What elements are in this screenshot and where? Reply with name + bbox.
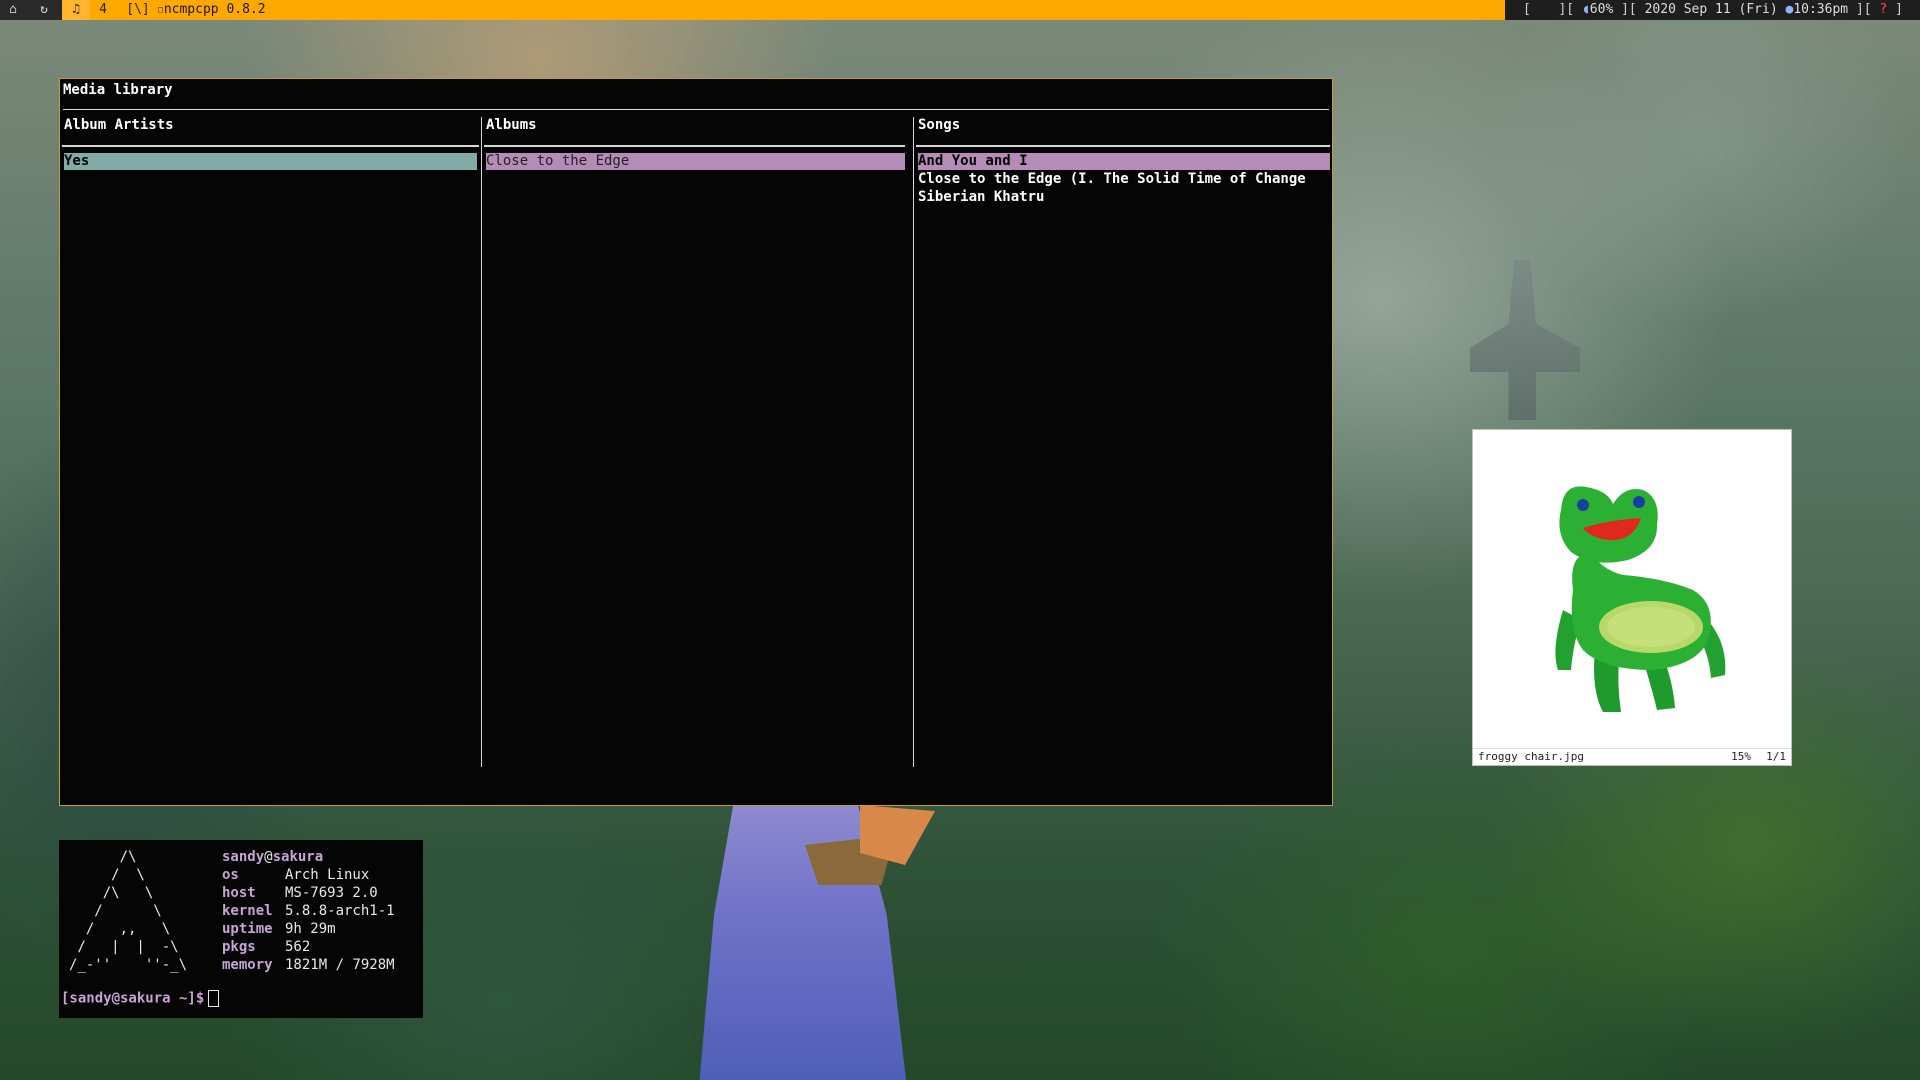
workspace-3[interactable]: ♫ bbox=[62, 0, 90, 20]
window-title-text: ncmpcpp 0.8.2 bbox=[163, 2, 266, 17]
home-icon: ⌂ bbox=[9, 2, 17, 17]
title-divider bbox=[63, 109, 1329, 110]
fetch-value: 1821M / 7928M bbox=[285, 957, 395, 973]
workspace-1[interactable]: ⌂ bbox=[0, 0, 26, 20]
fetch-key: os bbox=[222, 867, 239, 883]
albums-column: Albums Close to the Edge bbox=[484, 117, 905, 807]
fetch-value: 5.8.8-arch1-1 bbox=[285, 903, 395, 919]
volume-level[interactable]: 60% bbox=[1590, 2, 1613, 17]
song-item[interactable]: Siberian Khatru bbox=[918, 189, 1330, 206]
window-title: □ncmpcpp 0.8.2 bbox=[158, 0, 266, 20]
albums-header: Albums bbox=[486, 117, 537, 133]
fetch-row-pkgs: pkgs 562 bbox=[222, 938, 395, 956]
separator: ][ bbox=[1558, 2, 1575, 17]
alert-indicator[interactable]: ? bbox=[1879, 2, 1887, 17]
song-item[interactable]: Close to the Edge (I. The Solid Time of … bbox=[918, 171, 1330, 188]
terminal-window[interactable]: /\ / \ /\ \ / \ / ,, \ / | | -\ /_-'' ''… bbox=[59, 840, 423, 1018]
date-text: 2020 Sep 11 (Fri) bbox=[1644, 2, 1778, 17]
fetch-value: MS-7693 2.0 bbox=[285, 885, 378, 901]
prompt-text: [sandy@sakura ~]$ bbox=[61, 990, 205, 1007]
workspace-4-label: 4 bbox=[99, 2, 107, 17]
bracket: [ bbox=[1523, 2, 1531, 17]
workspace-2[interactable]: ↻ bbox=[26, 0, 62, 20]
window-dot-icon: □ bbox=[158, 5, 163, 14]
song-item-selected[interactable]: And You and I bbox=[918, 153, 1330, 170]
fetch-key: kernel bbox=[222, 903, 273, 919]
fetch-key: host bbox=[222, 885, 256, 901]
fetch-info: sandy@sakura os Arch Linux host MS-7693 2.… bbox=[222, 848, 395, 974]
workspace-layout[interactable]: [\] bbox=[122, 0, 154, 20]
ncmpcpp-window[interactable]: Media library Album Artists Yes Albums C… bbox=[59, 78, 1333, 806]
top-status-bar: ⌂ ↻ ♫ 4 [\] □ncmpcpp 0.8.2 [ ][ ◖60% ][ … bbox=[0, 0, 1920, 20]
viewer-zoom-level: 15% bbox=[1731, 750, 1751, 763]
shell-prompt[interactable]: [sandy@sakura ~]$ bbox=[61, 990, 220, 1007]
workspace-4[interactable]: 4 bbox=[92, 0, 114, 20]
time-text: 10:36pm bbox=[1793, 2, 1849, 17]
layout-indicator: [\] bbox=[126, 2, 150, 17]
terminal-cursor bbox=[208, 990, 220, 1007]
fetch-key: uptime bbox=[222, 921, 273, 937]
column-divider bbox=[62, 145, 479, 147]
column-separator bbox=[913, 117, 914, 767]
column-divider bbox=[484, 145, 905, 147]
album-artists-column: Album Artists Yes bbox=[62, 117, 479, 807]
songs-column: Songs And You and I Close to the Edge (I… bbox=[916, 117, 1330, 807]
fetch-value: 562 bbox=[285, 939, 311, 955]
fetch-at: @ bbox=[264, 849, 273, 865]
volume-icon: ◖ bbox=[1581, 2, 1590, 17]
songs-header: Songs bbox=[918, 117, 961, 133]
fetch-userhost: sandy@sakura bbox=[222, 848, 395, 866]
separator: ][ bbox=[1855, 2, 1872, 17]
fetch-key: pkgs bbox=[222, 939, 256, 955]
status-right: [ ][ ◖60% ][ 2020 Sep 11 (Fri) ●10:36pm … bbox=[1505, 0, 1920, 20]
fetch-row-host: host MS-7693 2.0 bbox=[222, 884, 395, 902]
artist-item-selected[interactable]: Yes bbox=[64, 153, 477, 170]
fetch-hostname: sakura bbox=[272, 849, 324, 865]
viewer-filename: froggy chair.jpg bbox=[1478, 750, 1584, 763]
refresh-icon: ↻ bbox=[40, 2, 48, 17]
bracket: ] bbox=[1895, 2, 1903, 17]
fetch-row-memory: memory 1821M / 7928M bbox=[222, 956, 395, 974]
fetch-value: Arch Linux bbox=[285, 867, 370, 883]
fetch-user: sandy bbox=[222, 849, 265, 865]
separator: ][ bbox=[1621, 2, 1637, 17]
column-divider bbox=[916, 145, 1330, 147]
fetch-row-uptime: uptime 9h 29m bbox=[222, 920, 395, 938]
music-note-icon: ♫ bbox=[72, 2, 80, 17]
screen-title: Media library bbox=[63, 82, 173, 98]
album-artists-header: Album Artists bbox=[64, 117, 174, 133]
froggy-chair-image bbox=[1555, 486, 1726, 712]
fetch-value: 9h 29m bbox=[285, 921, 336, 937]
column-separator bbox=[481, 117, 482, 767]
viewer-page-count: 1/1 bbox=[1766, 750, 1786, 763]
image-viewer-window[interactable]: froggy chair.jpg 15% 1/1 bbox=[1472, 429, 1792, 766]
fetch-key: memory bbox=[222, 957, 273, 973]
album-item-selected[interactable]: Close to the Edge bbox=[486, 153, 905, 170]
viewer-status-bar: froggy chair.jpg 15% 1/1 bbox=[1473, 748, 1791, 765]
fetch-row-os: os Arch Linux bbox=[222, 866, 395, 884]
arch-ascii-logo: /\ / \ /\ \ / \ / ,, \ / | | -\ /_-'' ''… bbox=[69, 849, 188, 973]
fetch-row-kernel: kernel 5.8.8-arch1-1 bbox=[222, 902, 395, 920]
